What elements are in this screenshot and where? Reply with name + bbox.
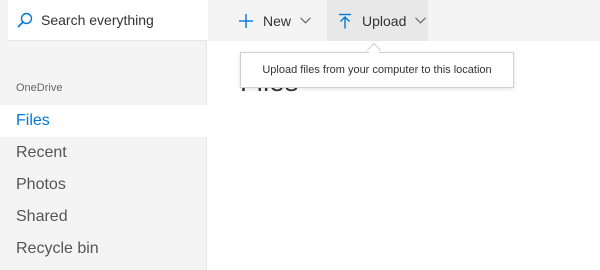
sidebar-item-photos[interactable]: Photos [0, 169, 207, 201]
sidebar-item-shared[interactable]: Shared [0, 201, 207, 233]
upload-arrow-icon [339, 13, 351, 28]
sidebar: Search everything OneDrive Files Recent … [0, 0, 207, 270]
nav-list: Files Recent Photos Shared Recycle bin [0, 105, 207, 265]
upload-tooltip: Upload files from your computer to this … [240, 52, 514, 88]
sidebar-item-recycle-bin[interactable]: Recycle bin [0, 233, 207, 265]
search-label: Search everything [41, 12, 154, 28]
tooltip-text: Upload files from your computer to this … [262, 64, 492, 76]
onedrive-app: Search everything OneDrive Files Recent … [0, 0, 600, 270]
sidebar-item-files[interactable]: Files [0, 105, 207, 137]
search-icon [17, 12, 33, 28]
search-box[interactable]: Search everything [8, 0, 207, 41]
new-button[interactable]: New [228, 0, 323, 41]
nav-heading: OneDrive [16, 82, 63, 94]
upload-button-label: Upload [362, 12, 407, 29]
upload-button[interactable]: Upload [327, 0, 428, 41]
command-bar: New Upload [208, 0, 600, 41]
chevron-down-icon [415, 17, 427, 24]
new-button-label: New [263, 12, 292, 29]
chevron-down-icon [300, 17, 311, 24]
sidebar-item-recent[interactable]: Recent [0, 137, 207, 169]
plus-icon [239, 13, 253, 28]
